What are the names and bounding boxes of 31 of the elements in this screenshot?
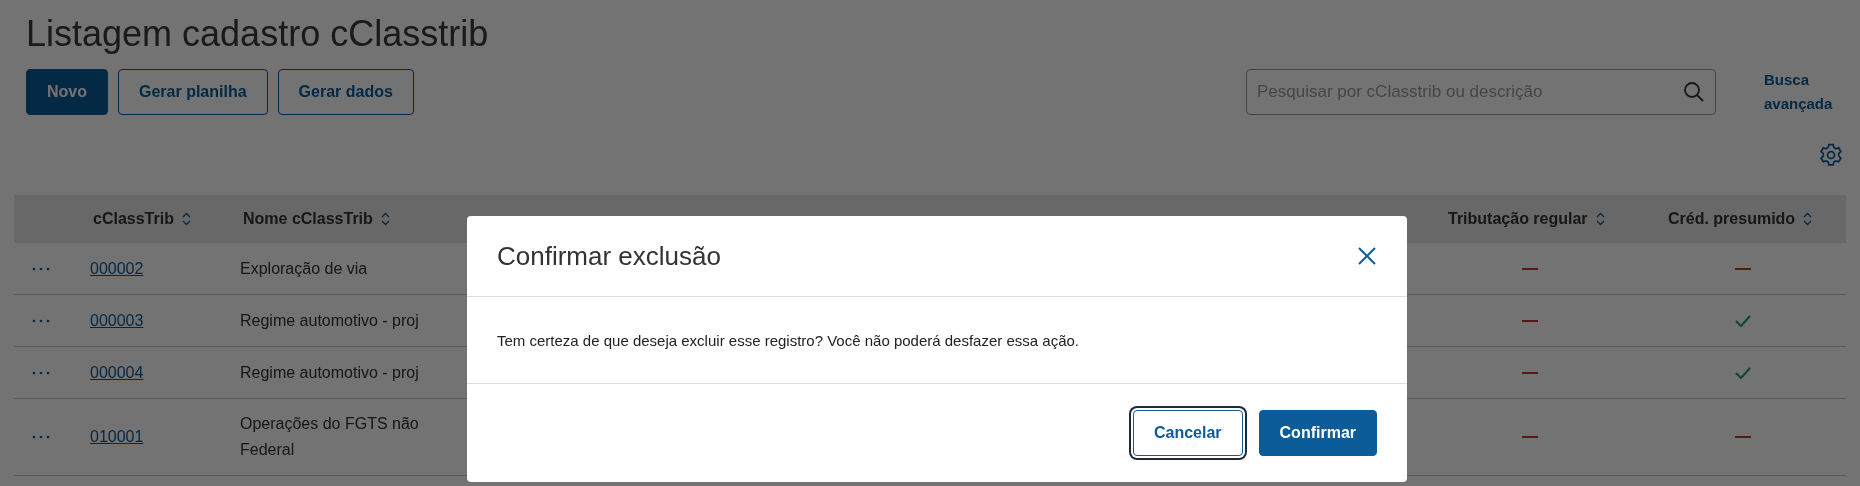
table-cell-text: Regime automotivo - proj — [240, 362, 419, 383]
toolbar-button[interactable]: Gerar planilha — [118, 69, 268, 115]
sort-icon[interactable] — [380, 212, 390, 226]
dialog-title: Confirmar exclusão — [497, 240, 722, 272]
more-icon[interactable] — [32, 266, 50, 271]
code-link[interactable]: 010001 — [90, 428, 144, 445]
code-link[interactable]: 000002 — [90, 259, 144, 277]
page-title: Listagem cadastro cClasstrib — [26, 14, 490, 56]
advanced-search-link[interactable]: Busca avançada — [1764, 68, 1846, 116]
code-link[interactable]: 000004 — [90, 363, 144, 381]
settings-icon[interactable] — [1818, 142, 1844, 168]
toolbar-button[interactable]: Novo — [26, 69, 108, 115]
more-icon[interactable] — [32, 318, 50, 323]
column-header[interactable]: Nome cClassTrib — [243, 210, 373, 228]
sort-icon[interactable] — [181, 212, 191, 226]
table-cell-text: Regime automotivo - proj — [240, 310, 419, 331]
more-icon[interactable] — [32, 435, 50, 439]
table-cell-text: Exploração de via — [240, 258, 368, 279]
dialog-button[interactable]: Confirmar — [1258, 410, 1377, 456]
toolbar-button[interactable]: Gerar dados — [277, 69, 414, 115]
sort-icon[interactable] — [1595, 212, 1605, 226]
sort-icon[interactable] — [1803, 212, 1813, 226]
column-header[interactable]: Tributação regular — [1448, 210, 1588, 228]
search-icon[interactable] — [1682, 80, 1706, 104]
close-icon[interactable] — [1357, 246, 1377, 266]
dialog-message: Tem certeza de que deseja excluir esse registro? Você não poderá desfazer essa ação. — [497, 331, 1079, 349]
code-link[interactable]: 000003 — [90, 311, 144, 329]
table-cell-text: Operações do FGTS não Federal — [240, 414, 419, 460]
column-header[interactable]: cClassTrib — [93, 210, 174, 228]
column-header[interactable]: Créd. presumido — [1668, 210, 1796, 228]
more-icon[interactable] — [32, 370, 50, 375]
